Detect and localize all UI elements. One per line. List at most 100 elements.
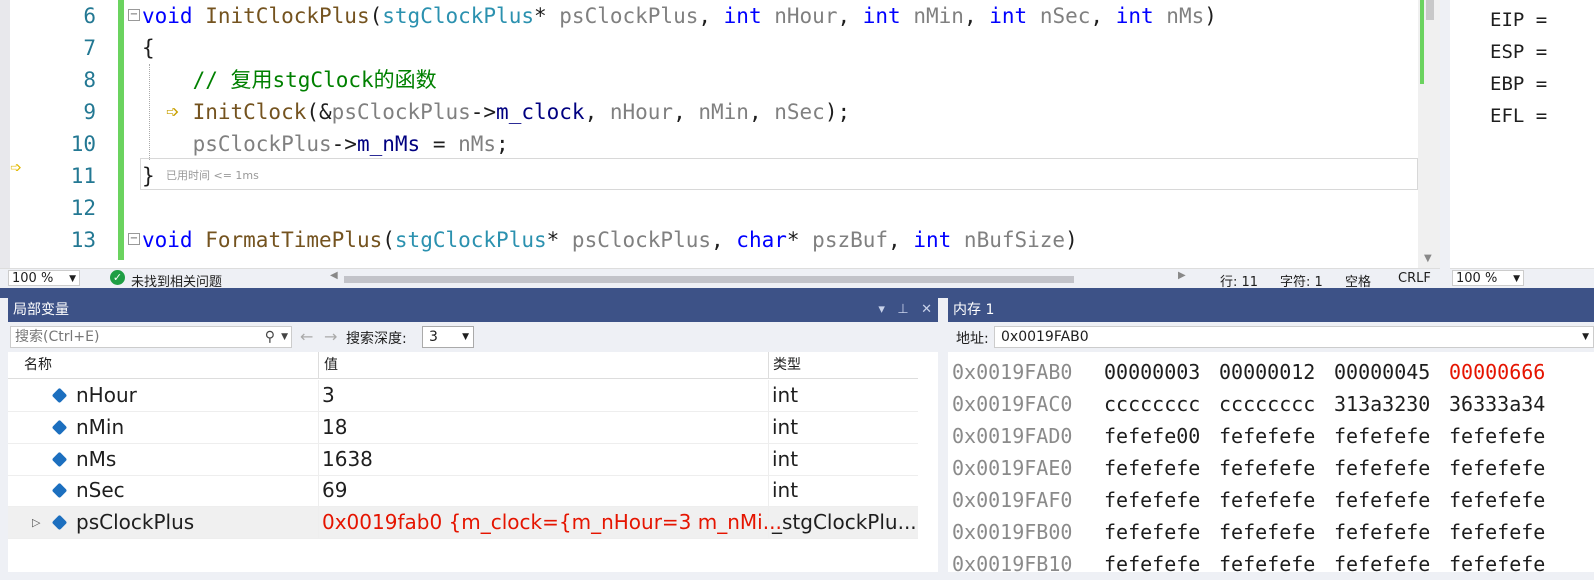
scroll-right-icon[interactable]: ▶ <box>1178 270 1186 281</box>
forward-arrow-icon[interactable]: → <box>324 327 337 346</box>
back-arrow-icon[interactable]: ← <box>300 327 313 346</box>
memory-word[interactable]: 00000045 <box>1334 356 1430 388</box>
memory-word[interactable]: fefefefe <box>1219 516 1315 548</box>
memory-word[interactable]: fefefefe <box>1334 548 1430 580</box>
scroll-left-icon[interactable]: ◀ <box>330 270 338 281</box>
memory-word[interactable]: 313a3230 <box>1334 388 1430 420</box>
memory-word[interactable]: fefefefe <box>1449 452 1545 484</box>
code-token: stgClockPlus <box>394 228 547 252</box>
register-ebp: EBP = <box>1490 73 1548 95</box>
memory-title-bar[interactable]: 内存 1 <box>948 298 1594 322</box>
code-line[interactable]: psClockPlus->m_nMs = nMs; <box>142 128 509 160</box>
code-editor[interactable]: ➩ 6 7 8 9 10 11 12 13 − − void InitClockPlus(st… <box>0 0 1440 268</box>
code-line[interactable]: // 复用stgClock的函数 <box>142 64 437 96</box>
table-row[interactable]: nMin 18 int <box>8 412 918 444</box>
memory-word[interactable]: fefefefe <box>1334 452 1430 484</box>
memory-word[interactable]: fefefefe <box>1219 420 1315 452</box>
memory-word[interactable]: 00000666 <box>1449 356 1545 388</box>
memory-row[interactable]: 0x0019FAD0 fefefe00 fefefefe fefefefe fefefe… <box>948 420 1594 452</box>
memory-word[interactable]: cccccccc <box>1104 388 1200 420</box>
memory-word[interactable]: 00000003 <box>1104 356 1200 388</box>
memory-word[interactable]: fefefefe <box>1334 420 1430 452</box>
memory-word[interactable]: fefefe00 <box>1104 420 1200 452</box>
horizontal-scrollbar[interactable]: ◀ ▶ <box>330 270 1186 284</box>
column-type[interactable]: 类型 <box>773 352 801 378</box>
code-line[interactable]: void InitClockPlus(stgClockPlus* psClock… <box>142 0 1217 32</box>
variable-value[interactable]: 18 <box>322 412 347 443</box>
memory-row[interactable]: 0x0019FB00 fefefefe fefefefe fefefefe fefefe… <box>948 516 1594 548</box>
line-number: 6 <box>83 4 96 28</box>
variable-value[interactable]: 1638 <box>322 444 373 475</box>
memory-row[interactable]: 0x0019FAC0 cccccccc cccccccc 313a3230 36333a… <box>948 388 1594 420</box>
variable-name: nSec <box>76 478 125 502</box>
memory-word[interactable]: fefefefe <box>1104 548 1200 580</box>
memory-word[interactable]: 00000012 <box>1219 356 1315 388</box>
memory-word[interactable]: fefefefe <box>1219 484 1315 516</box>
code-line[interactable]: void FormatTimePlus(stgClockPlus* psCloc… <box>142 224 1078 256</box>
dropdown-icon[interactable]: ▾ <box>878 302 885 317</box>
variable-value[interactable]: 69 <box>322 475 347 506</box>
address-input[interactable]: 0x0019FAB0 ▼ <box>994 326 1594 348</box>
expand-chevron-icon[interactable]: ▷ <box>32 507 40 538</box>
memory-word[interactable]: fefefefe <box>1449 548 1545 580</box>
memory-word[interactable]: fefefefe <box>1449 484 1545 516</box>
chevron-down-icon[interactable]: ▼ <box>281 327 288 347</box>
memory-row[interactable]: 0x0019FAE0 fefefefe fefefefe fefefefe fefefe… <box>948 452 1594 484</box>
variable-name: nMin <box>76 415 125 439</box>
memory-word[interactable]: fefefefe <box>1449 420 1545 452</box>
scrollbar-thumb[interactable] <box>1426 0 1434 20</box>
locals-title-bar[interactable]: 局部变量 ▾ ⊥ ✕ <box>8 298 938 322</box>
memory-row[interactable]: 0x0019FAF0 fefefefe fefefefe fefefefe fefefe… <box>948 484 1594 516</box>
collapse-toggle-icon[interactable]: − <box>128 233 140 245</box>
chevron-down-icon[interactable]: ▼ <box>1582 327 1589 347</box>
search-depth-select[interactable]: 3 ▼ <box>422 326 474 348</box>
code-line[interactable]: { <box>142 32 155 64</box>
search-depth-label: 搜索深度: <box>346 331 407 347</box>
zoom-select[interactable]: 100 % ▼ <box>8 270 80 286</box>
breakpoint-gutter[interactable] <box>0 0 10 268</box>
column-name[interactable]: 名称 <box>24 352 52 378</box>
eol-indicator[interactable]: CRLF <box>1398 271 1431 286</box>
memory-word[interactable]: 36333a34 <box>1449 388 1545 420</box>
code-token: ) <box>1065 228 1078 252</box>
memory-word[interactable]: fefefefe <box>1219 548 1315 580</box>
search-icon[interactable]: ⚲ <box>265 327 275 347</box>
address-label: 地址: <box>956 331 989 347</box>
collapse-toggle-icon[interactable]: − <box>128 9 140 21</box>
variable-value[interactable]: 3 <box>322 380 335 411</box>
code-line[interactable]: InitClock(&psClockPlus->m_clock, nHour, … <box>142 96 851 128</box>
table-row[interactable]: nMs 1638 int <box>8 444 918 476</box>
memory-word[interactable]: fefefefe <box>1449 516 1545 548</box>
memory-row[interactable]: 0x0019FAB0 00000003 00000012 00000045 000006… <box>948 356 1594 388</box>
column-divider <box>768 380 769 411</box>
column-value[interactable]: 值 <box>324 352 338 378</box>
pin-icon[interactable]: ⊥ <box>897 302 908 317</box>
scroll-down-icon[interactable]: ▼ <box>1424 253 1432 264</box>
memory-word[interactable]: cccccccc <box>1219 388 1315 420</box>
memory-row[interactable]: 0x0019FB10 fefefefe fefefefe fefefefe fefefe… <box>948 548 1594 580</box>
vertical-scrollbar[interactable]: ▼ <box>1418 0 1440 268</box>
variable-value[interactable]: 0x0019fab0 {m_clock={m_nHour=3 m_nMi... <box>322 507 782 538</box>
step-into-icon[interactable]: ➩ <box>166 102 179 121</box>
change-tracking-bar <box>118 0 124 260</box>
scrollbar-thumb[interactable] <box>344 276 1074 283</box>
code-token: } <box>142 164 155 188</box>
table-row[interactable]: ▷ psClockPlus 0x0019fab0 {m_clock={m_nHo… <box>8 507 918 539</box>
memory-word[interactable]: fefefefe <box>1104 452 1200 484</box>
memory-word[interactable]: fefefefe <box>1104 484 1200 516</box>
memory-word[interactable]: fefefefe <box>1219 452 1315 484</box>
zoom-select[interactable]: 100 % ▼ <box>1452 270 1524 286</box>
code-token: = <box>420 132 459 156</box>
table-row[interactable]: nSec 69 int <box>8 475 918 507</box>
table-row[interactable]: nHour 3 int <box>8 380 918 412</box>
line-number: 7 <box>83 36 96 60</box>
line-number: 13 <box>70 228 96 252</box>
memory-word[interactable]: fefefefe <box>1334 516 1430 548</box>
column-divider[interactable] <box>768 352 769 378</box>
search-input[interactable]: 搜索(Ctrl+E) ⚲ ▼ <box>10 326 292 348</box>
memory-word[interactable]: fefefefe <box>1104 516 1200 548</box>
close-icon[interactable]: ✕ <box>921 302 932 317</box>
code-line[interactable]: } <box>142 160 155 192</box>
column-divider[interactable] <box>318 352 319 378</box>
memory-word[interactable]: fefefefe <box>1334 484 1430 516</box>
